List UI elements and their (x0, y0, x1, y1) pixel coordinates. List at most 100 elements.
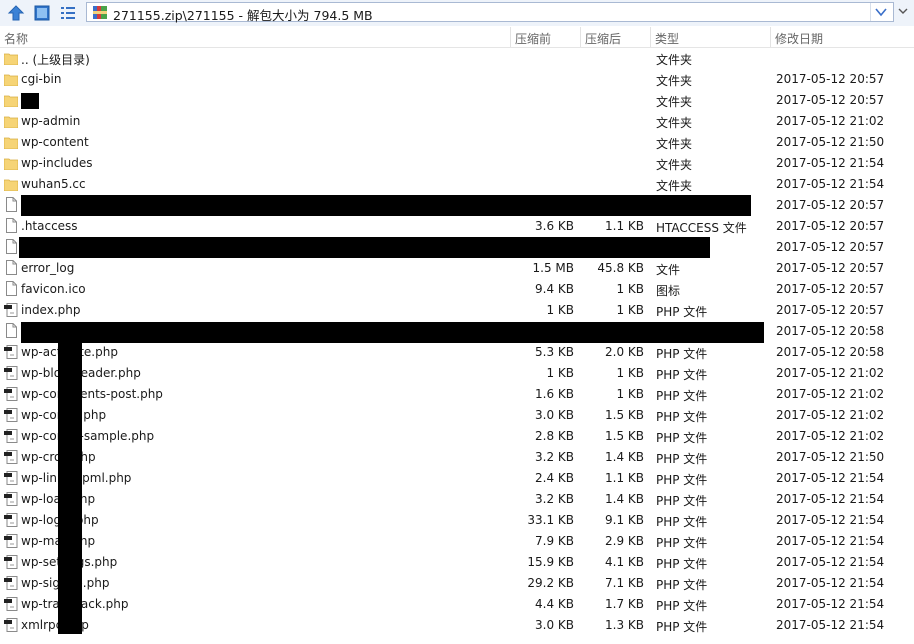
file-row[interactable]: wp-content 文件夹 2017-05-12 21:50 (0, 132, 914, 153)
file-row[interactable]: wp-config-sample.php 2.8 KB 1.5 KB PHP 文件 20… (0, 426, 914, 447)
file-row[interactable]: wp-blog-header.php1 KB1 KBPHP 文件2017-05-… (0, 363, 914, 384)
file-row[interactable]: wp-activate.php5.3 KB2.0 KBPHP 文件2017-05… (0, 342, 914, 363)
file-row[interactable]: .htaccess 3.6 KB 1.1 KB HTACCESS 文件 2017-05-… (0, 216, 914, 237)
file-name: index.php (21, 303, 81, 317)
file-type: PHP 文件 (656, 410, 708, 424)
file-row[interactable]: wp-load.php3.2 KB1.4 KBPHP 文件2017-05-12 … (0, 489, 914, 510)
file-row[interactable]: .. (上级目录) 文件夹 (0, 48, 914, 69)
folder-icon (4, 116, 18, 128)
file-type: 文件夹 (656, 158, 693, 172)
folder-icon (4, 158, 18, 170)
up-folder-button[interactable] (6, 3, 26, 23)
file-type: PHP 文件 (656, 515, 708, 529)
file-size-after: 1.4 KB (605, 492, 644, 506)
file-name: cgi-bin (21, 72, 62, 86)
file-row[interactable]: error_log 1.5 MB 45.8 KB 文件 2017-05-12 20:57 (0, 258, 914, 279)
archive-icon (93, 6, 107, 19)
address-bar[interactable]: 271155.zip\271155 - 解包大小为 794.5 MB (86, 2, 894, 23)
file-modified-date: 2017-05-12 21:54 (776, 576, 885, 590)
file-size-after: 1.1 KB (605, 471, 644, 485)
file-size-after: 1.1 KB (605, 219, 644, 233)
file-row[interactable]: index.php 1 KB 1 KB PHP 文件 2017-05-12 20:57 (0, 300, 914, 321)
file-row[interactable]: wp-comments-post.php 1.6 KB 1 KB PHP 文件 2017… (0, 384, 914, 405)
file-row[interactable]: wp-login.php33.1 KB9.1 KBPHP 文件2017-05-1… (0, 510, 914, 531)
column-after[interactable]: 压缩后 (585, 30, 621, 47)
file-name: wp-comments-post.php (21, 387, 163, 401)
file-row[interactable]: wp-cron.php3.2 KB1.4 KBPHP 文件2017-05-12 … (0, 447, 914, 468)
file-modified-date: 2017-05-12 21:50 (776, 450, 885, 464)
file-modified-date: 2017-05-12 21:54 (776, 156, 885, 170)
file-type: PHP 文件 (656, 431, 708, 445)
php-file-icon (4, 450, 18, 464)
redaction-box (58, 338, 82, 634)
file-type: PHP 文件 (656, 389, 708, 403)
file-row[interactable]: favicon.ico 9.4 KB 1 KB 图标 2017-05-12 20:57 (0, 279, 914, 300)
file-row[interactable]: wp-links-opml.php2.4 KB1.1 KBPHP 文件2017-… (0, 468, 914, 489)
file-modified-date: 2017-05-12 21:54 (776, 534, 885, 548)
redaction-box (19, 237, 710, 258)
folder-icon (4, 137, 18, 149)
file-row[interactable]: wp-signup.php29.2 KB7.1 KBPHP 文件2017-05-… (0, 573, 914, 594)
address-dropdown-button[interactable] (870, 3, 891, 21)
icon-view-button[interactable] (32, 3, 52, 23)
folder-icon (4, 179, 18, 191)
php-file-icon (4, 408, 18, 422)
file-modified-date: 2017-05-12 20:57 (776, 93, 885, 107)
address-refresh-button[interactable] (896, 3, 912, 21)
file-modified-date: 2017-05-12 20:57 (776, 261, 885, 275)
file-modified-date: 2017-05-12 21:54 (776, 513, 885, 527)
column-divider[interactable] (580, 27, 581, 47)
file-type: 文件夹 (656, 74, 693, 88)
file-type: PHP 文件 (656, 620, 708, 634)
file-size-after: 4.1 KB (605, 555, 644, 569)
file-modified-date: 2017-05-12 21:54 (776, 597, 885, 611)
file-size-after: 9.1 KB (605, 513, 644, 527)
list-view-button[interactable] (58, 3, 78, 23)
file-name: error_log (21, 261, 75, 275)
file-size-after: 2.9 KB (605, 534, 644, 548)
file-icon (6, 218, 17, 233)
column-divider[interactable] (650, 27, 651, 47)
dropdown-arrow-icon (898, 8, 908, 14)
file-row[interactable]: wp-trackback.php4.4 KB1.7 KBPHP 文件2017-0… (0, 594, 914, 615)
file-row[interactable]: wuhan5.cc 文件夹 2017-05-12 21:54 (0, 174, 914, 195)
file-row[interactable]: wp-settings.php15.9 KB4.1 KBPHP 文件2017-0… (0, 552, 914, 573)
column-modified[interactable]: 修改日期 (775, 30, 823, 47)
file-size-after: 2.0 KB (605, 345, 644, 359)
file-size-after: 1.5 KB (605, 408, 644, 422)
file-type: PHP 文件 (656, 305, 708, 319)
file-modified-date: 2017-05-12 20:57 (776, 303, 885, 317)
column-before[interactable]: 压缩前 (515, 30, 551, 47)
file-modified-date: 2017-05-12 21:02 (776, 387, 885, 401)
file-modified-date: 2017-05-12 21:02 (776, 429, 885, 443)
file-type: 文件夹 (656, 95, 693, 109)
file-name: wp-includes (21, 156, 93, 170)
file-modified-date: 2017-05-12 21:02 (776, 408, 885, 422)
folder-icon (4, 53, 18, 65)
file-modified-date: 2017-05-12 21:54 (776, 555, 885, 569)
details-view-icon (61, 7, 75, 19)
column-divider[interactable] (770, 27, 771, 47)
file-row[interactable]: wp-mail.php7.9 KB2.9 KBPHP 文件2017-05-12 … (0, 531, 914, 552)
file-size-after: 1.3 KB (605, 618, 644, 632)
file-row[interactable]: xmlrpc.php 3.0 KB 1.3 KB PHP 文件 2017-05-12 2… (0, 615, 914, 636)
file-type: PHP 文件 (656, 578, 708, 592)
redaction-box (21, 322, 764, 343)
file-name: wuhan5.cc (21, 177, 86, 191)
php-file-icon (4, 345, 18, 359)
php-file-icon (4, 429, 18, 443)
file-row[interactable]: wp-includes 文件夹 2017-05-12 21:54 (0, 153, 914, 174)
column-divider[interactable] (510, 27, 511, 47)
file-modified-date: 2017-05-12 21:54 (776, 618, 885, 632)
column-type[interactable]: 类型 (655, 30, 679, 47)
file-row[interactable]: wp-config.php3.0 KB1.5 KBPHP 文件2017-05-1… (0, 405, 914, 426)
file-type: 文件夹 (656, 137, 693, 151)
file-type: PHP 文件 (656, 347, 708, 361)
file-row[interactable]: cgi-bin 文件夹 2017-05-12 20:57 (0, 69, 914, 90)
file-modified-date: 2017-05-12 20:58 (776, 345, 885, 359)
column-name[interactable]: 名称 (4, 30, 28, 47)
file-size-after: 1.7 KB (605, 597, 644, 611)
file-type: 文件夹 (656, 179, 693, 193)
file-row[interactable]: 文件夹 2017-05-12 20:57 (0, 90, 914, 111)
file-row[interactable]: wp-admin 文件夹 2017-05-12 21:02 (0, 111, 914, 132)
